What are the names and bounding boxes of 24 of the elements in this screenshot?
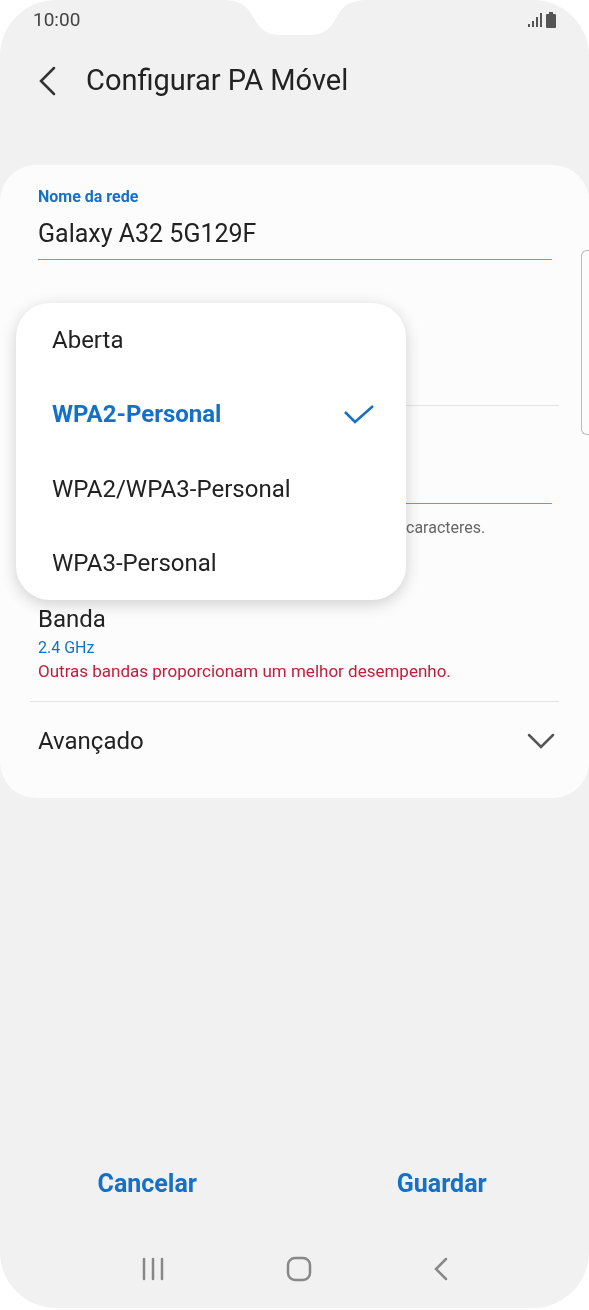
band-warning: Outras bandas proporcionam um melhor desempenho. — [38, 659, 452, 683]
check-icon — [344, 404, 374, 425]
home-icon[interactable] — [285, 1256, 312, 1282]
field-label: Nome da rede — [38, 186, 140, 208]
band-label: Banda — [38, 603, 107, 634]
clock-time: 10:00 — [33, 6, 81, 33]
advanced-label: Avançado — [38, 725, 144, 757]
action-button[interactable]: Cancelar — [87, 1165, 207, 1203]
back-icon[interactable] — [432, 1257, 449, 1281]
password-hint: caracteres. — [406, 517, 486, 537]
action-button[interactable]: Guardar — [386, 1165, 497, 1203]
menu-item[interactable]: WPA2-Personal — [16, 377, 406, 452]
back-icon — [38, 65, 56, 96]
menu-item[interactable]: WPA3-Personal — [16, 525, 406, 600]
network-name-field[interactable]: Galaxy A32 5G129F — [38, 215, 552, 260]
advanced-row[interactable]: Avançado — [0, 701, 589, 784]
menu-item[interactable]: WPA2/WPA3-Personal — [16, 451, 406, 526]
band-value: 2.4 GHz — [38, 636, 96, 659]
signal-icon — [528, 13, 543, 27]
band-row[interactable]: Banda 2.4 GHz Outras bandas proporcionam um melhor desempenho. — [0, 603, 589, 683]
recent-apps-icon[interactable] — [140, 1257, 165, 1281]
menu-item[interactable]: Aberta — [16, 303, 406, 378]
battery-icon — [546, 12, 556, 28]
page-title: Configurar PA Móvel — [86, 61, 349, 99]
